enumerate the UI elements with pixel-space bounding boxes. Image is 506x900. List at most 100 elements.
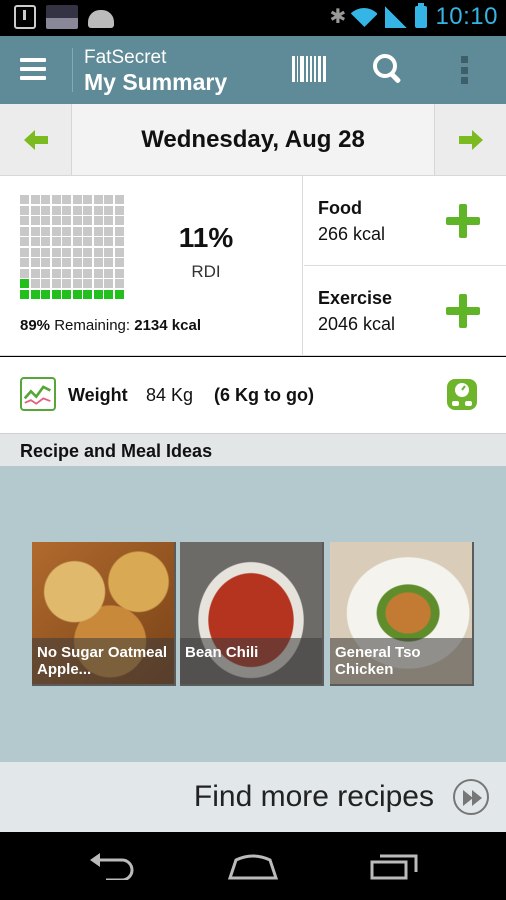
rdi-cell (83, 237, 92, 246)
weight-label: Weight (68, 385, 128, 405)
rdi-cell (30, 226, 40, 236)
recipe-card[interactable]: No Sugar Oatmeal Apple... (32, 542, 176, 686)
rdi-cell (51, 247, 61, 257)
rdi-cell (20, 195, 29, 204)
rdi-cell (41, 289, 50, 299)
weight-chart-icon (20, 377, 56, 411)
weight-goal: (6 Kg to go) (214, 385, 314, 405)
rdi-cell (104, 216, 113, 225)
rdi-cell (104, 205, 113, 215)
date-navigator: Wednesday, Aug 28 (0, 104, 506, 176)
rdi-cell (104, 268, 113, 278)
rdi-cell (62, 289, 71, 299)
recipes-carousel: No Sugar Oatmeal Apple... Bean Chili Gen… (0, 466, 506, 762)
rdi-cell (41, 247, 50, 257)
app-name: FatSecret (84, 47, 167, 68)
rdi-cell (114, 237, 124, 246)
exercise-value: 2046 kcal (318, 314, 396, 334)
rdi-cell (114, 289, 124, 299)
overflow-menu-icon[interactable] (461, 56, 469, 84)
rdi-cell (104, 258, 113, 267)
find-more-label: Find more recipes (193, 780, 434, 813)
rdi-cell (93, 268, 103, 278)
android-robot-icon (88, 9, 114, 28)
rdi-cell (72, 205, 82, 215)
rdi-cell (20, 226, 29, 236)
rdi-cell (41, 237, 50, 246)
rdi-cell (104, 226, 113, 236)
recipe-name: Bean Chili (185, 644, 259, 661)
rdi-cell (51, 279, 61, 288)
rdi-cell (93, 195, 103, 204)
status-bar: ✱ 10:10 (0, 0, 506, 36)
rdi-cell (62, 226, 71, 236)
current-date: Wednesday, Aug 28 (141, 126, 365, 153)
rdi-cell (104, 279, 113, 288)
rdi-cell (41, 205, 50, 215)
rdi-cell (93, 216, 103, 225)
rdi-cell (30, 205, 40, 215)
weight-value: 84 Kg (146, 385, 194, 405)
rdi-cell (30, 216, 40, 225)
rdi-cell (20, 205, 29, 215)
remaining-kcal: 2134 kcal (134, 317, 201, 334)
food-row[interactable]: Food 266 kcal (304, 176, 506, 266)
bluetooth-icon: ✱ (329, 6, 347, 28)
panasonic-icon (46, 5, 78, 29)
rdi-cell (114, 268, 124, 278)
action-bar-divider (72, 48, 73, 92)
rdi-cell (83, 279, 92, 288)
recipe-caption: Bean Chili (180, 638, 322, 684)
recipe-name: No Sugar Oatmeal Apple... (37, 644, 168, 678)
back-icon[interactable] (88, 852, 136, 880)
rdi-cell (104, 289, 113, 299)
next-day-button[interactable] (434, 104, 506, 175)
recipe-card[interactable]: General Tso Chicken (330, 542, 474, 686)
signal-icon (385, 6, 408, 28)
rdi-cell (93, 279, 103, 288)
rdi-cell (83, 205, 92, 215)
rdi-cell (62, 258, 71, 267)
rdi-cell (83, 258, 92, 267)
add-exercise-icon[interactable] (446, 294, 480, 328)
arrow-right-icon (459, 130, 483, 150)
barcode-icon[interactable] (292, 56, 326, 82)
rdi-cell (114, 205, 124, 215)
battery-icon (415, 3, 428, 28)
exercise-row[interactable]: Exercise 2046 kcal (304, 266, 506, 356)
rdi-panel[interactable]: 11% RDI 89% Remaining: 2134 kcal (0, 176, 303, 356)
rdi-cell (72, 226, 82, 236)
rdi-cell (51, 237, 61, 246)
find-more-recipes-button[interactable]: Find more recipes (0, 762, 506, 832)
rdi-label: RDI (191, 262, 221, 281)
rdi-cell (83, 289, 92, 299)
navigation-bar (0, 832, 506, 900)
rdi-cell (30, 279, 40, 288)
recipe-card[interactable]: Bean Chili (180, 542, 324, 686)
rdi-cell (30, 247, 40, 257)
rdi-cell (30, 268, 40, 278)
rdi-cell (83, 268, 92, 278)
rdi-cell (62, 279, 71, 288)
action-bar: FatSecret My Summary (0, 36, 506, 104)
remaining-label: Remaining: (50, 317, 135, 334)
rdi-cell (114, 195, 124, 204)
search-icon[interactable] (373, 54, 403, 84)
rdi-cell (72, 195, 82, 204)
menu-icon[interactable] (20, 58, 46, 80)
previous-day-button[interactable] (0, 104, 72, 175)
rdi-cell (83, 216, 92, 225)
rdi-cell (51, 258, 61, 267)
rdi-cell (41, 268, 50, 278)
recent-apps-icon[interactable] (370, 852, 418, 880)
rdi-cell (30, 237, 40, 246)
exercise-label: Exercise (318, 288, 393, 308)
home-icon[interactable] (226, 852, 280, 880)
rdi-cell (51, 195, 61, 204)
weight-row[interactable]: Weight 84 Kg (6 Kg to go) (0, 357, 506, 434)
rdi-cell (41, 226, 50, 236)
rdi-cell (30, 289, 40, 299)
add-food-icon[interactable] (446, 204, 480, 238)
scale-icon[interactable] (446, 377, 478, 411)
rdi-percent: 11% (178, 222, 234, 253)
